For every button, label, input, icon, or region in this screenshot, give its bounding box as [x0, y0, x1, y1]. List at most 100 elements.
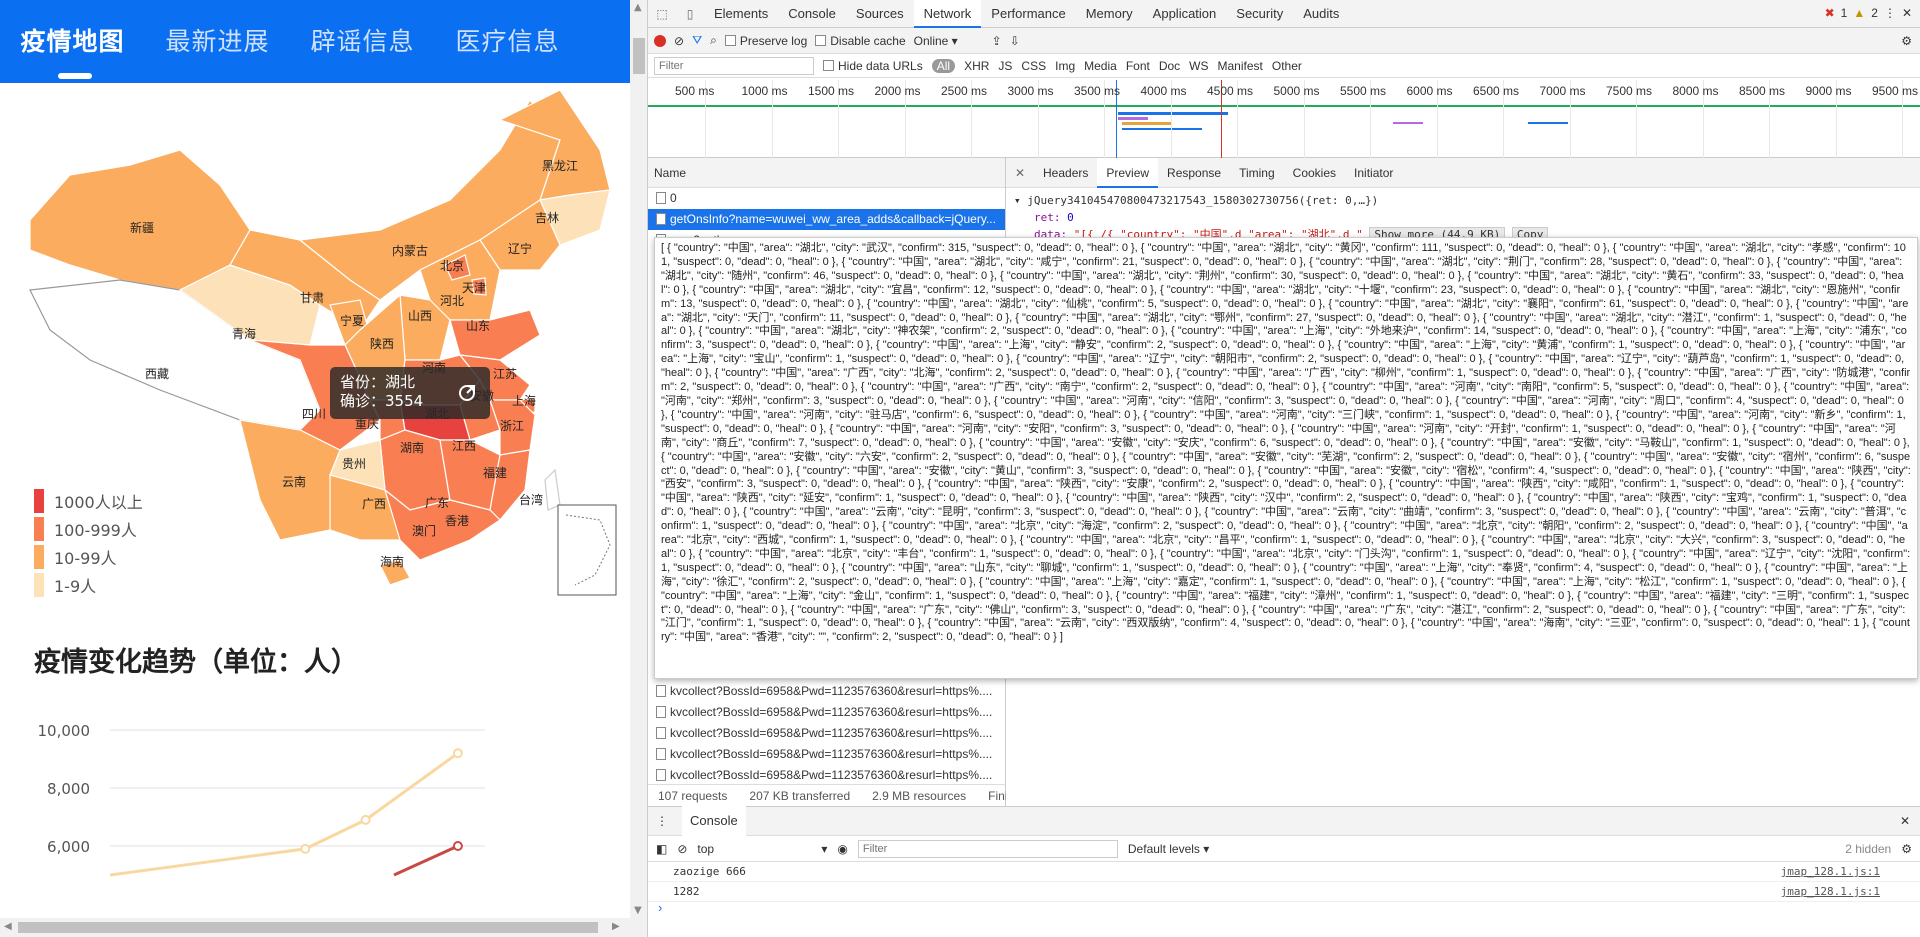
legend-swatch — [34, 517, 44, 541]
scroll-left-icon[interactable]: ◀ — [4, 921, 12, 932]
share-icon[interactable] — [454, 380, 480, 406]
close-icon[interactable]: ✕ — [1900, 814, 1910, 828]
filter-doc[interactable]: Doc — [1159, 59, 1180, 73]
filter-ws[interactable]: WS — [1189, 59, 1208, 73]
eye-icon[interactable]: ◉ — [837, 842, 847, 856]
network-filter-input[interactable] — [654, 56, 814, 75]
network-timeline[interactable]: 500 ms 1000 ms 1500 ms 2000 ms 2500 ms 3000 m… — [648, 80, 1920, 158]
request-row[interactable]: kvcollect?BossId=6958&Pwd=1123576360&res… — [648, 723, 1006, 744]
scrollbar-thumb[interactable] — [633, 38, 645, 74]
filter-js[interactable]: JS — [998, 59, 1012, 73]
tab-response[interactable]: Response — [1158, 158, 1230, 188]
filter-media[interactable]: Media — [1084, 59, 1117, 73]
scroll-down-icon[interactable]: ▼ — [634, 905, 642, 916]
upload-icon[interactable]: ⇪ — [992, 34, 1002, 48]
tab-elements[interactable]: Elements — [704, 0, 778, 28]
vertical-scrollbar[interactable]: ▲ ▼ — [630, 0, 647, 937]
province-label: 新疆 — [130, 220, 154, 235]
tab-preview[interactable]: Preview — [1097, 157, 1159, 188]
request-row[interactable]: getOnsInfo?name=wuwei_ww_area_adds&callb… — [648, 209, 1005, 230]
scrollbar-thumb[interactable] — [18, 922, 598, 933]
disable-cache-checkbox[interactable]: Disable cache — [815, 34, 906, 48]
console-source-link[interactable]: jmap_128.1.js:1 — [1781, 862, 1880, 882]
filter-img[interactable]: Img — [1055, 59, 1075, 73]
console-filter-input[interactable] — [857, 839, 1118, 858]
hide-data-urls-checkbox[interactable]: Hide data URLs — [823, 59, 923, 73]
scroll-right-icon[interactable]: ▶ — [612, 921, 620, 932]
filter-all[interactable]: All — [931, 58, 956, 73]
log-levels-select[interactable]: Default levels ▾ — [1128, 842, 1209, 856]
download-icon[interactable]: ⇩ — [1010, 34, 1020, 48]
tab-headers[interactable]: Headers — [1034, 158, 1097, 188]
filter-font[interactable]: Font — [1126, 59, 1150, 73]
region-taiwan[interactable] — [544, 468, 561, 511]
request-row[interactable]: kvcollect?BossId=6958&Pwd=1123576360&res… — [648, 744, 1006, 765]
filter-icon[interactable]: ⛛ — [692, 33, 702, 48]
record-icon[interactable] — [654, 34, 666, 47]
clear-icon[interactable]: ⊘ — [674, 34, 684, 48]
tab-epidemic-map[interactable]: 疫情地图 — [0, 0, 145, 83]
region-xinjiang[interactable] — [29, 149, 251, 291]
tab-latest-progress[interactable]: 最新进展 — [145, 0, 290, 83]
more-menu-icon[interactable]: ⋮ — [1884, 6, 1896, 20]
tab-audits[interactable]: Audits — [1293, 0, 1349, 28]
context-select[interactable]: top ▾ — [697, 842, 827, 856]
tab-performance[interactable]: Performance — [981, 0, 1075, 28]
filter-manifest[interactable]: Manifest — [1218, 59, 1263, 73]
tab-timing[interactable]: Timing — [1230, 158, 1284, 188]
request-row[interactable]: kvcollect?BossId=6958&Pwd=1123576360&res… — [648, 681, 1006, 702]
close-icon[interactable]: ✕ — [1006, 166, 1034, 180]
tab-security[interactable]: Security — [1226, 0, 1293, 28]
timeline-bar — [1122, 122, 1172, 125]
timeline-bar — [1118, 117, 1148, 120]
console-prompt[interactable]: › — [658, 900, 662, 915]
data-point[interactable] — [452, 748, 463, 759]
tab-medical-info[interactable]: 医疗信息 — [435, 0, 580, 83]
clear-console-icon[interactable]: ⊘ — [677, 842, 687, 856]
issue-counters[interactable]: ✖ 1 ▲ 2 ⋮ ✕ — [1825, 6, 1912, 20]
tab-console[interactable]: Console — [778, 0, 846, 28]
settings-icon[interactable]: ⚙ — [1901, 842, 1912, 856]
timeline-tick-label: 5500 ms — [1340, 84, 1387, 98]
request-row[interactable]: 0 — [648, 188, 1005, 209]
inspect-icon[interactable]: ⬚ — [648, 7, 676, 21]
tab-network[interactable]: Network — [913, 0, 982, 28]
data-point[interactable] — [300, 843, 311, 854]
data-point[interactable] — [452, 841, 463, 851]
context-value: top — [697, 841, 715, 856]
series-line — [393, 844, 459, 877]
y-tick-label: 10,000 — [38, 722, 91, 740]
console-source-link[interactable]: jmap_128.1.js:1 — [1781, 882, 1880, 902]
filter-css[interactable]: CSS — [1021, 59, 1046, 73]
tab-rumor-info[interactable]: 辟谣信息 — [290, 0, 435, 83]
tab-cookies[interactable]: Cookies — [1284, 158, 1345, 188]
tab-application[interactable]: Application — [1143, 0, 1227, 28]
province-label: 西藏 — [145, 367, 169, 381]
scroll-up-icon[interactable]: ▲ — [634, 2, 642, 13]
horizontal-scrollbar[interactable]: ◀ ▶ — [0, 918, 630, 937]
preview-root[interactable]: ▾ jQuery341045470800473217543_1580302730… — [1014, 192, 1912, 209]
search-icon[interactable]: ⌕ — [710, 33, 717, 48]
filter-other[interactable]: Other — [1272, 59, 1302, 73]
device-toolbar-icon[interactable]: ▯ — [676, 7, 704, 21]
preserve-log-checkbox[interactable]: Preserve log — [724, 34, 807, 48]
name-column-header[interactable]: Name — [648, 158, 1005, 188]
tab-console-drawer[interactable]: Console — [682, 806, 746, 836]
province-label: 山西 — [408, 309, 432, 323]
tab-memory[interactable]: Memory — [1076, 0, 1143, 28]
timeline-tick-label: 6500 ms — [1473, 84, 1520, 98]
sidebar-toggle-icon[interactable]: ◧ — [656, 842, 667, 856]
throttling-select[interactable]: Online ▾ — [914, 34, 984, 48]
filter-xhr[interactable]: XHR — [964, 59, 989, 73]
request-row[interactable]: kvcollect?BossId=6958&Pwd=1123576360&res… — [648, 702, 1006, 723]
hidden-count: 2 hidden — [1845, 841, 1892, 856]
preview-key: ret: — [1034, 211, 1061, 224]
close-icon[interactable]: ✕ — [1902, 6, 1912, 20]
tab-initiator[interactable]: Initiator — [1345, 158, 1402, 188]
request-row[interactable]: kvcollect?BossId=6958&Pwd=1123576360&res… — [648, 765, 1006, 786]
drawer-menu-icon[interactable]: ⋮ — [656, 814, 668, 828]
tab-sources[interactable]: Sources — [846, 0, 914, 28]
settings-icon[interactable]: ⚙ — [1901, 34, 1912, 48]
data-point[interactable] — [360, 814, 371, 825]
province-label: 江苏 — [493, 367, 517, 381]
